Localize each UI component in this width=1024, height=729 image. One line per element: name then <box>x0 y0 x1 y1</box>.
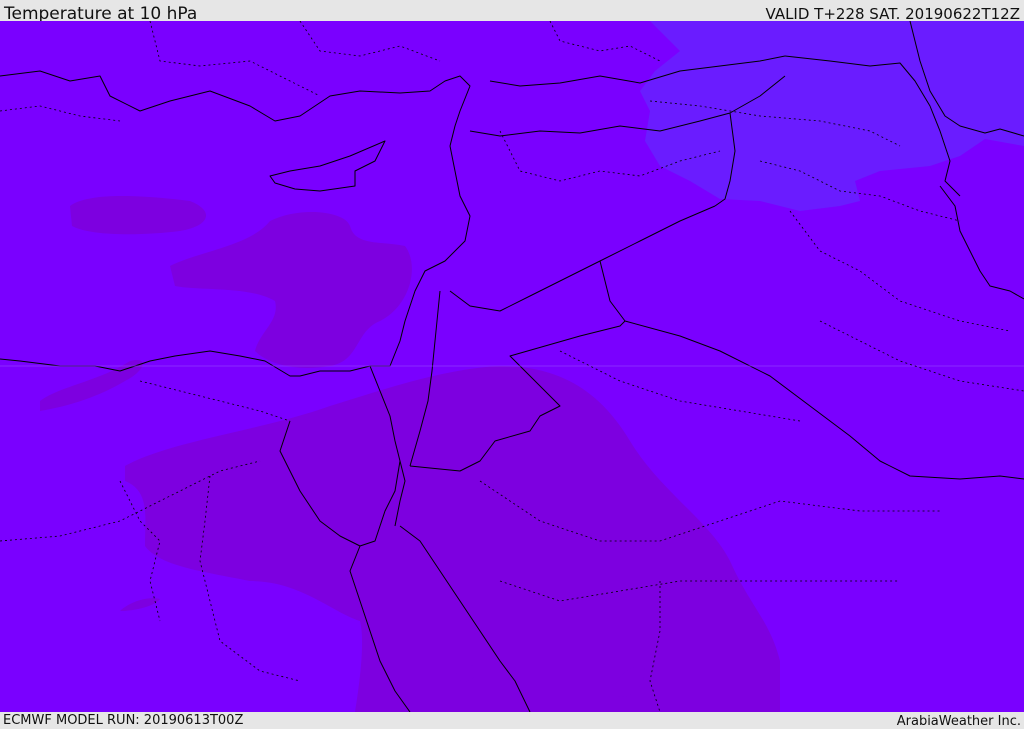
map-canvas <box>0 21 1024 712</box>
model-run-label: ECMWF MODEL RUN: 20190613T00Z <box>3 713 244 728</box>
weather-map <box>0 21 1024 712</box>
title-bar: Temperature at 10 hPa VALID T+228 SAT. 2… <box>0 0 1024 24</box>
footer-bar: ECMWF MODEL RUN: 20190613T00Z ArabiaWeat… <box>0 712 1024 729</box>
credit-label: ArabiaWeather Inc. <box>896 714 1021 729</box>
temperature-region-warm <box>70 196 207 235</box>
